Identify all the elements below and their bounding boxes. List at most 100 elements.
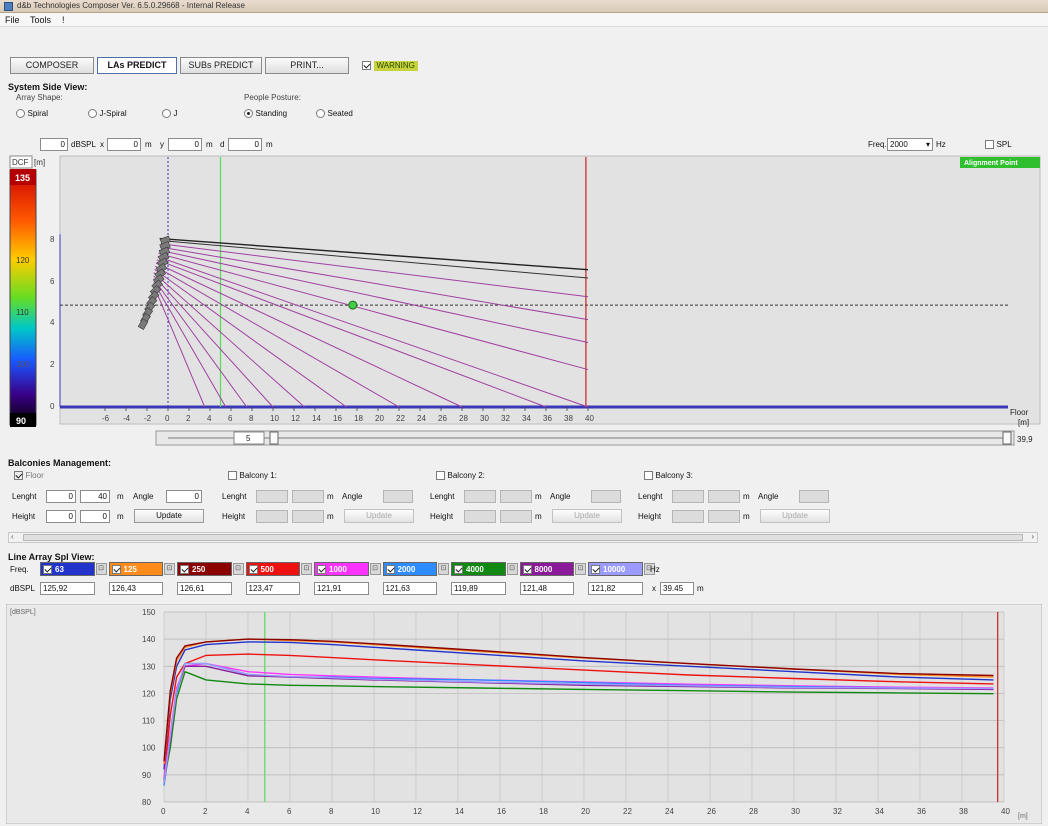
d-input[interactable]: 0 (228, 138, 262, 151)
scroll-left-icon[interactable]: ‹ (11, 532, 14, 541)
chevron-down-icon[interactable]: ▾ (926, 139, 930, 150)
menu-file[interactable]: File (5, 15, 20, 25)
array-shape-jspiral[interactable]: J-Spiral (88, 108, 127, 119)
tab-las-predict[interactable]: LAs PREDICT (97, 57, 177, 74)
balcony-3-length-a[interactable] (672, 490, 704, 503)
y-input[interactable]: 0 (168, 138, 202, 151)
balcony-3-update-button[interactable]: Update (760, 509, 830, 523)
band-125-toggle[interactable]: 125 (108, 562, 163, 576)
band-2000-lock-icon[interactable]: ⊡ (438, 563, 449, 575)
balcony-2-angle[interactable] (591, 490, 621, 503)
freq-label: Freq. (868, 140, 887, 149)
spl-checkbox[interactable] (985, 140, 994, 150)
side-view-plot[interactable]: DCF [m] 135 120 110 100 90 -6 -4 -2 0 2 4 6 8 10… (8, 155, 1042, 455)
menu-help[interactable]: ! (62, 15, 65, 25)
balcony-1-height-b[interactable] (292, 510, 324, 523)
floor-toggle[interactable]: Floor (14, 470, 44, 481)
x-label: x (100, 140, 104, 149)
floor-angle-input[interactable]: 0 (166, 490, 202, 503)
band-250-toggle[interactable]: 250 (177, 562, 232, 576)
tab-print[interactable]: PRINT... (265, 57, 349, 74)
band-8000-lock-icon[interactable]: ⊡ (575, 563, 586, 575)
radio-standing[interactable] (244, 109, 253, 119)
alignment-point-label: Alignment Point (964, 160, 1018, 167)
scroll-thumb[interactable] (23, 534, 1023, 541)
warning-toggle[interactable]: WARNING (362, 60, 418, 71)
balcony-3-angle[interactable] (799, 490, 829, 503)
distance-slider-handle[interactable] (269, 431, 279, 445)
band-10000-toggle[interactable]: 10000 (588, 562, 643, 576)
balcony-1-height-a[interactable] (256, 510, 288, 523)
freq-select[interactable]: 2000 ▾ (887, 138, 933, 151)
floor-update-button[interactable]: Update (134, 509, 204, 523)
balcony-2-length-b[interactable] (500, 490, 532, 503)
band-250-lock-icon[interactable]: ⊡ (232, 563, 244, 575)
floor-checkbox[interactable] (14, 471, 23, 481)
band-8000-checkbox[interactable] (522, 565, 532, 574)
band-500-checkbox[interactable] (248, 565, 258, 574)
band-63-toggle[interactable]: 63 (40, 562, 95, 576)
radio-jspiral[interactable] (88, 109, 97, 119)
band-1000-lock-icon[interactable]: ⊡ (369, 563, 381, 575)
floor-length-b[interactable]: 40 (80, 490, 110, 503)
band-125-checkbox[interactable] (111, 565, 121, 574)
array-shape-j[interactable]: J (162, 108, 178, 119)
balcony-3-toggle[interactable]: Balcony 3: (644, 470, 693, 481)
balcony-2-update-button[interactable]: Update (552, 509, 622, 523)
balcony-1-angle[interactable] (383, 490, 413, 503)
posture-seated[interactable]: Seated (316, 108, 353, 119)
band-500-toggle[interactable]: 500 (245, 562, 300, 576)
band-4000-checkbox[interactable] (454, 565, 463, 574)
x-tick-label: 38 (564, 414, 573, 423)
balcony-2-length-a[interactable] (464, 490, 496, 503)
radio-spiral[interactable] (16, 109, 25, 119)
band-10000-checkbox[interactable] (591, 565, 600, 574)
dbspl-input[interactable]: 0 (40, 138, 68, 151)
posture-standing[interactable]: Standing (244, 108, 287, 119)
spl-chart[interactable]: [dBSPL] [m] 80901001101201301401500 2 4 6 8 1… (6, 604, 1042, 824)
balcony-3-checkbox[interactable] (644, 471, 653, 481)
band-63-checkbox[interactable] (43, 565, 52, 574)
distance-slider-end-handle[interactable] (1002, 431, 1012, 445)
band-4000-toggle[interactable]: 4000 (451, 562, 506, 576)
band-2000-checkbox[interactable] (385, 565, 395, 574)
band-500-lock-icon[interactable]: ⊡ (301, 563, 312, 575)
floor-height-b[interactable]: 0 (80, 510, 110, 523)
floor-length-a[interactable]: 0 (46, 490, 76, 503)
balcony-1-checkbox[interactable] (228, 471, 237, 481)
band-8000-toggle[interactable]: 8000 (519, 562, 574, 576)
balconies-scrollbar[interactable]: ‹ › (8, 532, 1038, 543)
balcony-3-height-a[interactable] (672, 510, 704, 523)
balcony-1-length-b[interactable] (292, 490, 324, 503)
tab-subs-predict[interactable]: SUBs PREDICT (180, 57, 262, 74)
balcony-2-height-b[interactable] (500, 510, 532, 523)
band-125-lock-icon[interactable]: ⊡ (164, 563, 175, 575)
menu-tools[interactable]: Tools (30, 15, 51, 25)
cursor-x-input[interactable]: 39.45 (660, 582, 694, 595)
band-1000-toggle[interactable]: 1000 (314, 562, 369, 576)
tab-composer[interactable]: COMPOSER (10, 57, 94, 74)
balcony-3-height-b[interactable] (708, 510, 740, 523)
balcony-1-update-button[interactable]: Update (344, 509, 414, 523)
array-shape-spiral[interactable]: Spiral (16, 108, 48, 119)
spl-toggle[interactable]: SPL (985, 139, 1012, 150)
balcony-1-toggle[interactable]: Balcony 1: (228, 470, 277, 481)
scroll-right-icon[interactable]: › (1031, 532, 1034, 541)
balcony-2-toggle[interactable]: Balcony 2: (436, 470, 485, 481)
band-1000-checkbox[interactable] (317, 565, 326, 574)
balcony-3-length-b[interactable] (708, 490, 740, 503)
x-input[interactable]: 0 (107, 138, 141, 151)
x-tick-label: 24 (417, 414, 426, 423)
radio-seated[interactable] (316, 109, 325, 119)
band-63-lock-icon[interactable]: ⊡ (95, 563, 107, 575)
balcony-2-height-a[interactable] (464, 510, 496, 523)
balcony-1-length-a[interactable] (256, 490, 288, 503)
band-2000-toggle[interactable]: 2000 (382, 562, 437, 576)
warning-badge: WARNING (373, 60, 418, 71)
floor-height-a[interactable]: 0 (46, 510, 76, 523)
band-4000-lock-icon[interactable]: ⊡ (506, 563, 518, 575)
balcony-2-checkbox[interactable] (436, 471, 445, 481)
radio-j[interactable] (162, 109, 171, 119)
warning-checkbox[interactable] (362, 61, 371, 71)
band-250-checkbox[interactable] (180, 565, 189, 574)
